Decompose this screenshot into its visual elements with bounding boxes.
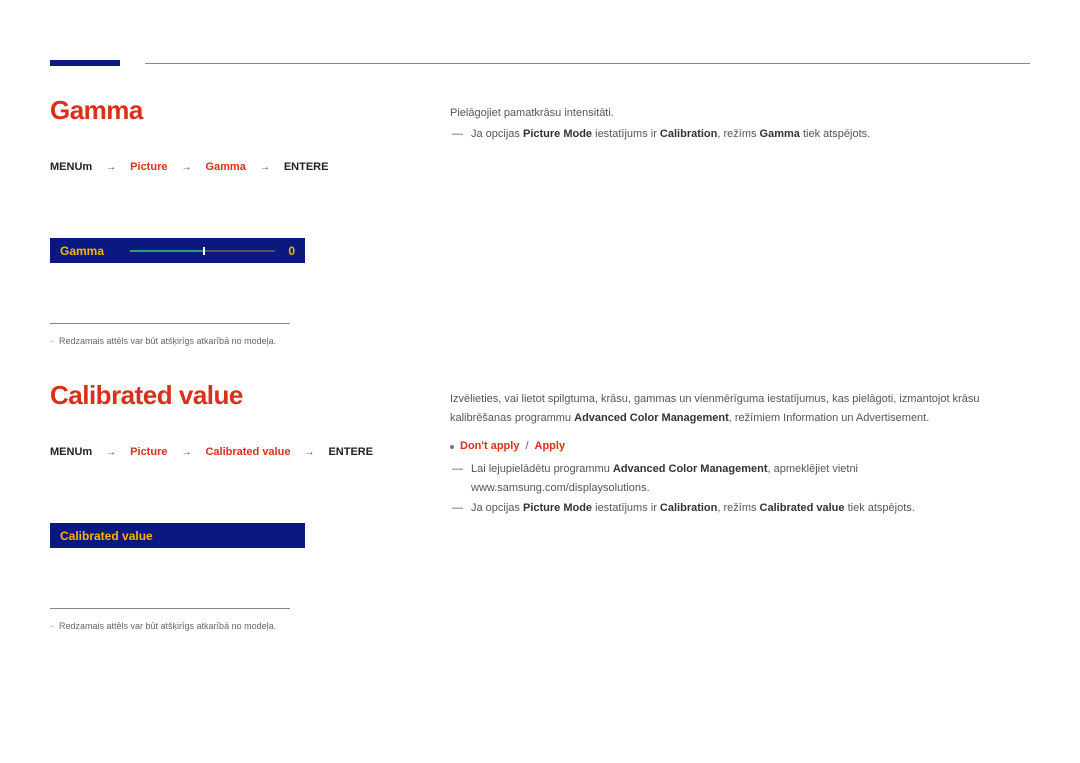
opt-dont-apply: Don't apply (460, 437, 519, 456)
dash: - (50, 336, 53, 346)
dash: - (50, 621, 53, 631)
osd-label: Calibrated value (60, 529, 153, 543)
desc-calibrated: Izvēlieties, vai lietot spilgtuma, krāsu… (450, 390, 1030, 518)
heading-gamma: Gamma (50, 95, 420, 126)
bc-picture: Picture (130, 161, 167, 173)
footnote-text: Redzamais attēls var būt atšķirīgs atkar… (59, 621, 276, 631)
chapter-marker (50, 60, 120, 66)
bullet-icon: ― (452, 460, 463, 497)
breadcrumb-gamma: MENUm → Picture → Gamma → ENTERE (50, 161, 420, 173)
bc-sep: → (106, 447, 116, 458)
bc-item: Calibrated value (205, 446, 290, 458)
osd-slider (130, 250, 275, 252)
section-gamma: Gamma MENUm → Picture → Gamma → ENTERE G… (50, 95, 420, 346)
divider (50, 323, 290, 324)
divider (50, 608, 290, 609)
footnote-text: Redzamais attēls var būt atšķirīgs atkar… (59, 336, 276, 346)
bc-enter: ENTERE (284, 161, 329, 173)
bullet-dot-icon (450, 445, 454, 449)
bc-sep: → (181, 447, 191, 458)
top-divider (145, 63, 1030, 64)
opt-apply: Apply (535, 437, 566, 456)
bc-menu: MENUm (50, 161, 92, 173)
bc-sep: → (260, 162, 270, 173)
gamma-osd-preview: Gamma 0 (50, 238, 305, 263)
footnote-gamma: - Redzamais attēls var būt atšķirīgs atk… (50, 336, 420, 346)
opt-sep: / (525, 437, 528, 456)
note-text: Lai lejupielādētu programmu Advanced Col… (471, 460, 1030, 497)
bullet-icon: ― (452, 125, 463, 144)
bc-gamma: Gamma (205, 161, 245, 173)
bc-sep: → (181, 162, 191, 173)
desc-intro: Pielāgojiet pamatkrāsu intensitāti. (450, 104, 1030, 123)
heading-calibrated: Calibrated value (50, 380, 420, 411)
note-text: Ja opcijas Picture Mode iestatījums ir C… (471, 125, 870, 144)
bc-picture: Picture (130, 446, 167, 458)
bc-sep: → (304, 447, 314, 458)
bc-sep: → (106, 162, 116, 173)
desc-gamma: Pielāgojiet pamatkrāsu intensitāti. ― Ja… (450, 104, 1030, 143)
section-calibrated-value: Calibrated value MENUm → Picture → Calib… (50, 380, 420, 631)
bullet-icon: ― (452, 499, 463, 518)
note-row-2: ― Ja opcijas Picture Mode iestatījums ir… (450, 499, 1030, 518)
osd-value: 0 (285, 244, 295, 258)
note-row-1: ― Lai lejupielādētu programmu Advanced C… (450, 460, 1030, 497)
bc-enter: ENTERE (328, 446, 373, 458)
calibrated-osd-preview: Calibrated value (50, 523, 305, 548)
bc-menu: MENUm (50, 446, 92, 458)
note-text: Ja opcijas Picture Mode iestatījums ir C… (471, 499, 915, 518)
osd-label: Gamma (60, 244, 120, 258)
desc-p1: Izvēlieties, vai lietot spilgtuma, krāsu… (450, 390, 1030, 427)
footnote-calibrated: - Redzamais attēls var būt atšķirīgs atk… (50, 621, 420, 631)
note-row: ― Ja opcijas Picture Mode iestatījums ir… (450, 125, 1030, 144)
breadcrumb-calibrated: MENUm → Picture → Calibrated value → ENT… (50, 446, 420, 458)
options-row: Don't apply / Apply (450, 437, 1030, 456)
